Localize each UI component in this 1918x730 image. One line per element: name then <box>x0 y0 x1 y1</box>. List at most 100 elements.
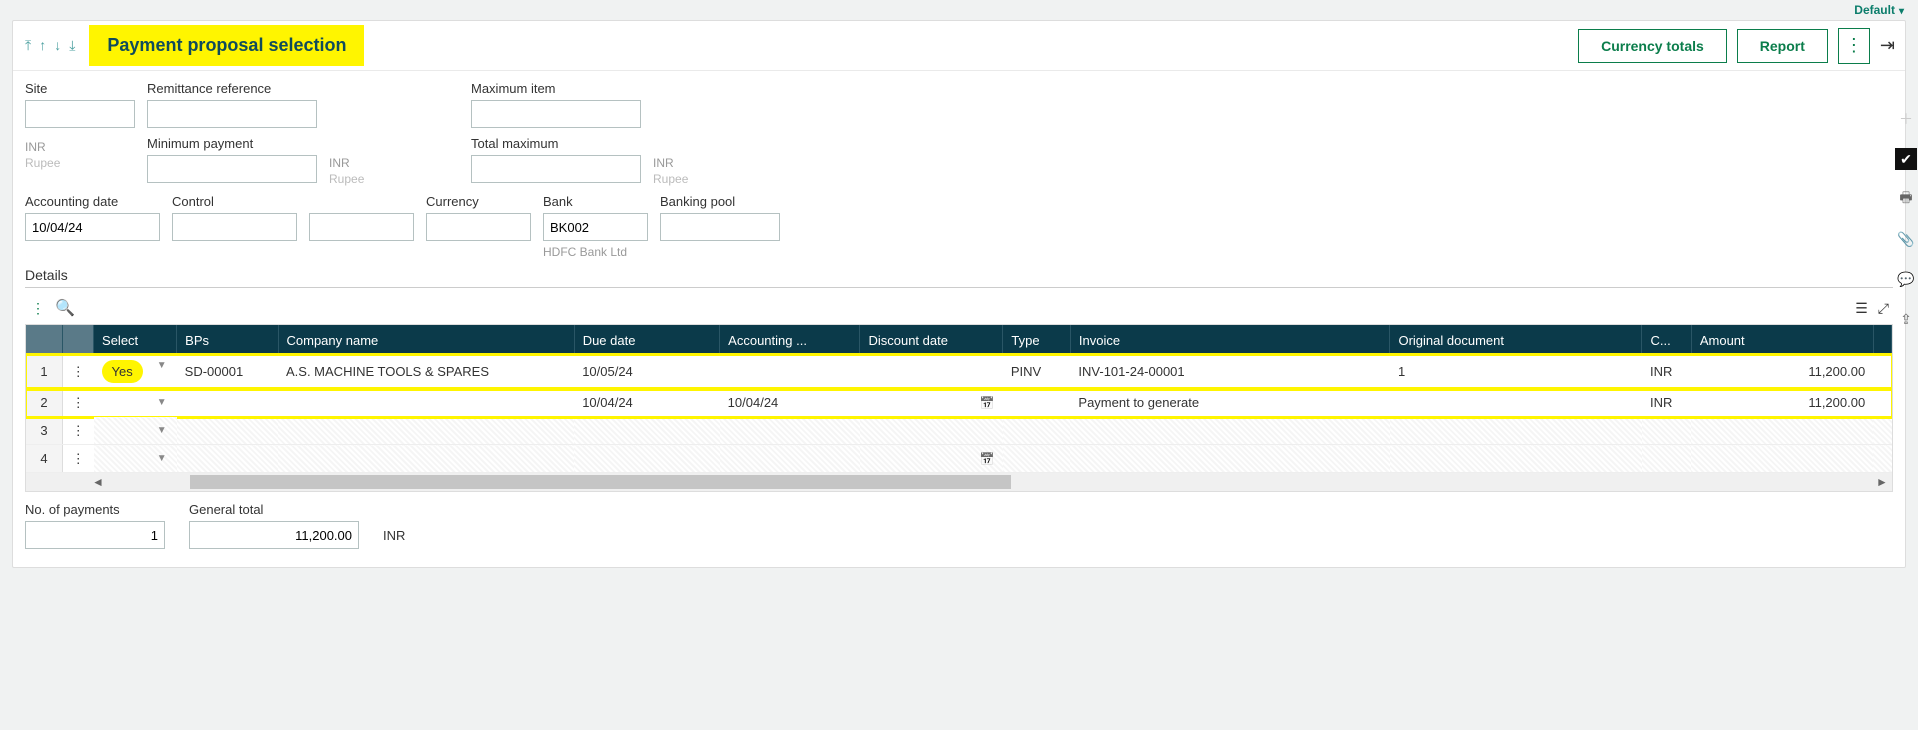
table-row[interactable]: 1 ⋮Yes▼SD-00001A.S. MACHINE TOOLS & SPARE… <box>26 355 1892 389</box>
cell-amount[interactable] <box>1691 445 1873 473</box>
cell-bps[interactable]: SD-00001 <box>177 355 278 389</box>
cell-company[interactable] <box>278 389 574 417</box>
row-actions-icon[interactable]: ⋮ <box>62 417 93 445</box>
cell-select[interactable]: ▼ <box>94 445 177 473</box>
col-disc[interactable]: Discount date <box>860 325 1003 355</box>
cell-select[interactable]: ▼ <box>94 389 177 417</box>
table-row[interactable]: 3⋮▼ <box>26 417 1892 445</box>
share-icon[interactable]: ⇪ <box>1895 308 1917 330</box>
col-due[interactable]: Due date <box>574 325 719 355</box>
row-actions-icon[interactable]: ⋮ <box>62 445 93 473</box>
col-cur[interactable]: C... <box>1642 325 1691 355</box>
cell-invoice[interactable] <box>1070 417 1390 445</box>
cell-cur[interactable] <box>1642 445 1691 473</box>
cell-invoice[interactable]: Payment to generate <box>1070 389 1390 417</box>
cell-cur[interactable]: INR <box>1642 389 1691 417</box>
cell-disc[interactable] <box>860 417 1003 445</box>
more-actions-button[interactable]: ⋮ <box>1838 28 1870 64</box>
default-dropdown[interactable]: Default <box>1854 3 1904 17</box>
bank-input[interactable] <box>543 213 648 241</box>
grid-search-icon[interactable]: 🔍 <box>55 298 75 318</box>
gentot-input[interactable] <box>189 521 359 549</box>
last-icon[interactable]: ⤓ <box>69 37 75 54</box>
col-type[interactable]: Type <box>1003 325 1071 355</box>
cell-select[interactable]: Yes▼ <box>94 355 177 389</box>
cell-company[interactable]: A.S. MACHINE TOOLS & SPARES <box>278 355 574 389</box>
control-input[interactable] <box>172 213 297 241</box>
col-invoice[interactable]: Invoice <box>1070 325 1390 355</box>
cell-select[interactable]: ▼ <box>94 417 177 445</box>
layers-icon[interactable]: ☰ <box>1855 300 1868 317</box>
control2-input[interactable] <box>309 213 414 241</box>
cell-due[interactable]: 10/04/24 <box>574 389 719 417</box>
cell-orig[interactable] <box>1390 445 1642 473</box>
cell-due[interactable] <box>574 445 719 473</box>
add-icon[interactable]: ＋ <box>1895 108 1917 130</box>
cell-bps[interactable] <box>177 389 278 417</box>
maxitem-input[interactable] <box>471 100 641 128</box>
cell-amount[interactable]: 11,200.00 <box>1691 389 1873 417</box>
cell-cur[interactable]: INR <box>1642 355 1691 389</box>
report-button[interactable]: Report <box>1737 29 1828 63</box>
cell-disc[interactable] <box>860 355 1003 389</box>
cell-invoice[interactable]: INV-101-24-00001 <box>1070 355 1390 389</box>
cell-orig[interactable]: 1 <box>1390 355 1642 389</box>
cell-amount[interactable] <box>1691 417 1873 445</box>
col-orig[interactable]: Original document <box>1390 325 1642 355</box>
col-amount[interactable]: Amount <box>1691 325 1873 355</box>
calendar-icon[interactable] <box>980 395 995 410</box>
cell-acct[interactable] <box>720 355 860 389</box>
cell-disc[interactable] <box>860 445 1003 473</box>
remittance-input[interactable] <box>147 100 317 128</box>
col-select[interactable]: Select <box>94 325 177 355</box>
cell-bps[interactable] <box>177 417 278 445</box>
col-acct[interactable]: Accounting ... <box>720 325 860 355</box>
cell-type[interactable] <box>1003 417 1071 445</box>
cell-company[interactable] <box>278 445 574 473</box>
currency-totals-button[interactable]: Currency totals <box>1578 29 1727 63</box>
up-icon[interactable]: ↑ <box>39 37 46 54</box>
cell-due[interactable]: 10/05/24 <box>574 355 719 389</box>
cell-bps[interactable] <box>177 445 278 473</box>
cell-due[interactable] <box>574 417 719 445</box>
comment-icon[interactable]: 💬 <box>1895 268 1917 290</box>
cell-invoice[interactable] <box>1070 445 1390 473</box>
currency-input[interactable] <box>426 213 531 241</box>
cell-cur[interactable] <box>1642 417 1691 445</box>
exit-icon[interactable]: ⇥ <box>1880 35 1895 56</box>
print-icon[interactable]: 🖶 <box>1895 188 1917 210</box>
first-icon[interactable]: ⤒ <box>25 37 31 54</box>
down-icon[interactable]: ↓ <box>54 37 61 54</box>
check-icon[interactable]: ✔ <box>1895 148 1917 170</box>
table-row[interactable]: 4⋮▼ <box>26 445 1892 473</box>
calendar-icon[interactable] <box>980 451 995 466</box>
grid-actions-icon[interactable]: ⋮ <box>31 300 45 317</box>
row-number: 2 <box>26 389 62 417</box>
grid-hscroll[interactable]: ◄ ► <box>26 473 1892 491</box>
cell-acct[interactable]: 10/04/24 <box>720 389 860 417</box>
cell-company[interactable] <box>278 417 574 445</box>
attach-icon[interactable]: 📎 <box>1895 228 1917 250</box>
cell-orig[interactable] <box>1390 417 1642 445</box>
row-number: 3 <box>26 417 62 445</box>
cell-disc[interactable] <box>860 389 1003 417</box>
minpay-input[interactable] <box>147 155 317 183</box>
cell-orig[interactable] <box>1390 389 1642 417</box>
numpay-input[interactable] <box>25 521 165 549</box>
cell-amount[interactable]: 11,200.00 <box>1691 355 1873 389</box>
cell-type[interactable] <box>1003 389 1071 417</box>
table-row[interactable]: 2⋮▼ 10/04/2410/04/24 Payment to generate IN… <box>26 389 1892 417</box>
acctdate-input[interactable] <box>25 213 160 241</box>
cell-type[interactable] <box>1003 445 1071 473</box>
site-input[interactable] <box>25 100 135 128</box>
cell-acct[interactable] <box>720 445 860 473</box>
row-actions-icon[interactable]: ⋮ <box>62 355 93 389</box>
expand-icon[interactable]: ⤢ <box>1878 300 1889 317</box>
col-bps[interactable]: BPs <box>177 325 278 355</box>
cell-type[interactable]: PINV <box>1003 355 1071 389</box>
col-company[interactable]: Company name <box>278 325 574 355</box>
pool-input[interactable] <box>660 213 780 241</box>
totmax-input[interactable] <box>471 155 641 183</box>
cell-acct[interactable] <box>720 417 860 445</box>
row-actions-icon[interactable]: ⋮ <box>62 389 93 417</box>
